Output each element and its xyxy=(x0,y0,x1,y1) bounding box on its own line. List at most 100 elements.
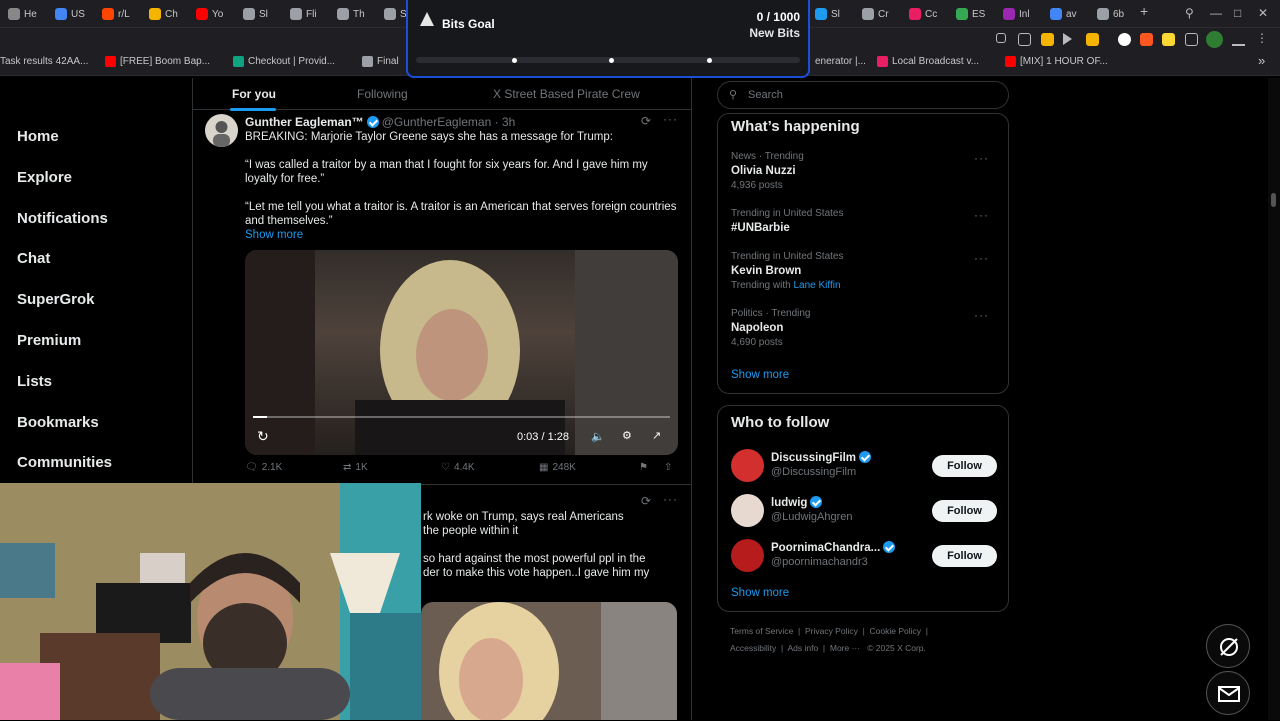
pin-icon[interactable] xyxy=(996,33,1006,43)
bookmark-link[interactable]: Checkout | Provid... xyxy=(233,56,335,67)
show-more-link[interactable]: Show more xyxy=(245,228,681,242)
browser-tab[interactable]: 6b xyxy=(1097,5,1124,23)
dollar-extension-icon[interactable] xyxy=(1162,33,1175,46)
s-extension-icon[interactable] xyxy=(1118,33,1131,46)
profile-avatar[interactable] xyxy=(1206,31,1223,48)
bookmark-link[interactable]: Final xyxy=(362,56,399,67)
replay-icon[interactable]: ↻ xyxy=(257,428,269,445)
author-handle[interactable]: @GuntherEagleman · 3h xyxy=(382,115,516,129)
grok-icon[interactable]: ⟳ xyxy=(641,114,651,128)
more-options-icon[interactable]: ··· xyxy=(663,492,678,506)
video-progress-track[interactable] xyxy=(253,416,670,418)
trend-item[interactable]: Trending in United States #UNBarbie ··· xyxy=(731,208,997,234)
follow-button[interactable]: Follow xyxy=(932,545,997,567)
settings-icon[interactable]: ⚙ xyxy=(622,429,632,442)
bookmark-link[interactable]: enerator |... xyxy=(815,56,866,67)
minimize-icon[interactable]: — xyxy=(1210,6,1222,20)
volume-icon[interactable]: 🔈 xyxy=(591,430,605,443)
browser-tab[interactable]: Ch xyxy=(149,5,178,23)
author-avatar[interactable] xyxy=(205,114,238,147)
browser-tab[interactable]: Cc xyxy=(909,5,937,23)
close-icon[interactable]: ✕ xyxy=(1258,6,1268,20)
footer-link[interactable]: Ads info xyxy=(787,643,818,653)
trend-item[interactable]: News · Trending Olivia Nuzzi 4,936 posts… xyxy=(731,151,997,191)
browser-tab[interactable]: Inl xyxy=(1003,5,1030,23)
tab-pirate-crew[interactable]: X Street Based Pirate Crew xyxy=(493,87,640,101)
nav-item-communities[interactable]: Communities xyxy=(17,454,112,471)
grok-button[interactable] xyxy=(1206,624,1250,668)
new-tab-button[interactable]: + xyxy=(1140,3,1148,19)
screenshot-icon[interactable] xyxy=(1018,33,1031,46)
footer-link[interactable]: Privacy Policy xyxy=(805,626,858,636)
more-options-icon[interactable]: ··· xyxy=(974,151,989,165)
follow-button[interactable]: Follow xyxy=(932,455,997,477)
bookmarks-overflow-icon[interactable]: » xyxy=(1258,53,1265,68)
nav-item-chat[interactable]: Chat xyxy=(17,250,50,267)
browser-tab[interactable]: r/L xyxy=(102,5,130,23)
scrollbar-thumb[interactable] xyxy=(1271,193,1276,207)
trend-related-link[interactable]: Lane Kiffin xyxy=(793,280,840,291)
post[interactable]: ⟳ ··· rk woke on Trump, says real Americ… xyxy=(421,488,692,720)
browser-tab[interactable]: av xyxy=(1050,5,1077,23)
browser-tab[interactable]: Yo xyxy=(196,5,223,23)
tab-following[interactable]: Following xyxy=(357,87,408,101)
reply-button[interactable]: 🗨 2.1K xyxy=(245,462,282,473)
author-name[interactable]: Gunther Eagleman™ xyxy=(245,115,364,129)
repost-button[interactable]: ⇄ 1K xyxy=(343,462,368,473)
views-button[interactable]: ▦ 248K xyxy=(539,462,576,473)
bookmark-icon[interactable]: ⚑ xyxy=(639,462,648,473)
follow-suggestion[interactable]: ludwig @LudwigAhgren Follow xyxy=(731,494,997,528)
browser-tab[interactable]: He xyxy=(8,5,37,23)
heart-icon[interactable] xyxy=(1086,33,1099,46)
fox-extension-icon[interactable] xyxy=(1140,33,1153,46)
nav-item-bookmarks[interactable]: Bookmarks xyxy=(17,414,99,431)
share-icon[interactable]: ⇧ xyxy=(664,462,672,473)
suggestion-avatar[interactable] xyxy=(731,494,764,527)
extensions-icon[interactable] xyxy=(1185,33,1198,46)
fullscreen-icon[interactable]: ↗ xyxy=(652,429,661,442)
browser-tab[interactable]: Sl xyxy=(243,5,268,23)
nav-item-lists[interactable]: Lists xyxy=(17,373,52,390)
more-options-icon[interactable]: ··· xyxy=(974,208,989,222)
show-more-follow-link[interactable]: Show more xyxy=(731,587,789,599)
bookmark-link[interactable]: [MIX] 1 HOUR OF... xyxy=(1005,56,1108,67)
browser-tab[interactable]: Sl xyxy=(815,5,840,23)
grok-icon[interactable]: ⟳ xyxy=(641,494,651,508)
nav-item-explore[interactable]: Explore xyxy=(17,169,72,186)
follow-suggestion[interactable]: DiscussingFilm @DiscussingFilm Follow xyxy=(731,449,997,483)
more-options-icon[interactable]: ··· xyxy=(663,112,678,126)
play-icon[interactable] xyxy=(1063,33,1072,45)
messages-button[interactable] xyxy=(1206,671,1250,715)
footer-link[interactable]: Terms of Service xyxy=(730,626,793,636)
search-input[interactable]: ⚲ Search xyxy=(717,81,1009,109)
post-video[interactable]: ↻ 0:03 / 1:28 🔈 ⚙ ↗ xyxy=(245,250,678,455)
show-more-trends-link[interactable]: Show more xyxy=(731,369,789,381)
browser-tab[interactable]: ES xyxy=(956,5,985,23)
download-icon[interactable] xyxy=(1232,33,1245,46)
bookmark-link[interactable]: Task results 42AA... xyxy=(0,56,88,67)
nav-item-home[interactable]: Home xyxy=(17,128,59,145)
bookmark-link[interactable]: [FREE] Boom Bap... xyxy=(105,56,210,67)
follow-button[interactable]: Follow xyxy=(932,500,997,522)
more-options-icon[interactable]: ··· xyxy=(974,308,989,322)
browser-tab[interactable]: US xyxy=(55,5,85,23)
menu-icon[interactable]: ⋮ xyxy=(1256,31,1269,45)
search-tabs-icon[interactable]: ⚲ xyxy=(1185,6,1194,20)
tab-for-you[interactable]: For you xyxy=(232,87,276,101)
footer-link[interactable]: Cookie Policy xyxy=(870,626,922,636)
maximize-icon[interactable]: □ xyxy=(1234,6,1241,20)
trend-item[interactable]: Trending in United States Kevin Brown Tr… xyxy=(731,251,997,291)
suggestion-avatar[interactable] xyxy=(731,449,764,482)
footer-link[interactable]: More ··· xyxy=(830,643,860,653)
trend-item[interactable]: Politics · Trending Napoleon 4,690 posts… xyxy=(731,308,997,348)
nav-item-notifications[interactable]: Notifications xyxy=(17,210,108,227)
nav-item-supergrok[interactable]: SuperGrok xyxy=(17,291,95,308)
post-video-thumbnail[interactable] xyxy=(421,602,677,720)
browser-tab[interactable]: Cr xyxy=(862,5,889,23)
follow-suggestion[interactable]: PoornimaChandra... @poornimachandr3 Foll… xyxy=(731,539,997,573)
browser-tab[interactable]: Fli xyxy=(290,5,317,23)
like-button[interactable]: ♡ 4.4K xyxy=(441,462,475,473)
more-options-icon[interactable]: ··· xyxy=(974,251,989,265)
suggestion-avatar[interactable] xyxy=(731,539,764,572)
scrollbar[interactable] xyxy=(1268,78,1280,720)
